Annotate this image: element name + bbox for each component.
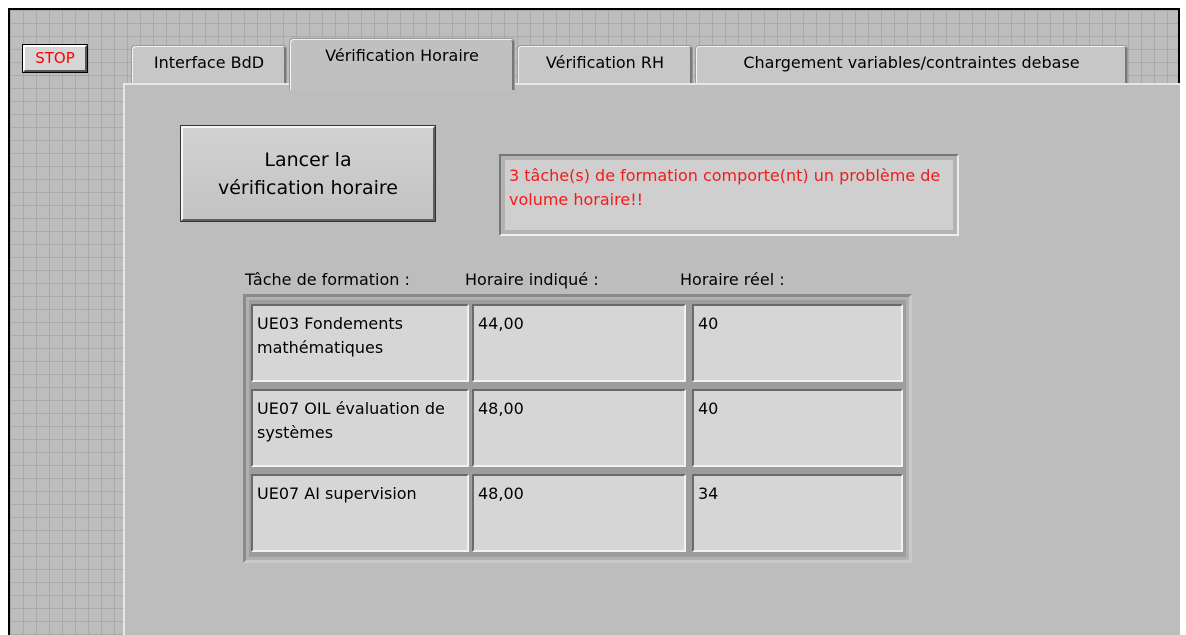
- table-cell-real-hours[interactable]: 34: [692, 474, 903, 552]
- run-button-label-line1: Lancer la: [264, 148, 352, 171]
- table-cell-real-hours[interactable]: 40: [692, 389, 903, 467]
- table-cell-real-hours[interactable]: 40: [692, 304, 903, 382]
- table-cell-task[interactable]: UE03 Fondements mathématiques: [251, 304, 469, 382]
- stop-button[interactable]: STOP: [22, 44, 88, 73]
- table-cell-indicated-hours[interactable]: 48,00: [472, 389, 686, 467]
- column-header-indicated-hours: Horaire indiqué :: [465, 270, 599, 289]
- column-header-real-hours: Horaire réel :: [680, 270, 785, 289]
- tab-chargement-variables[interactable]: Chargement variables/contraintes debase: [695, 45, 1128, 84]
- tab-verification-horaire[interactable]: Vérification Horaire: [289, 38, 515, 90]
- table-cell-indicated-hours[interactable]: 48,00: [472, 474, 686, 552]
- status-message-text: 3 tâche(s) de formation comporte(nt) un …: [505, 160, 953, 230]
- tab-interface-bdd[interactable]: Interface BdD: [131, 45, 287, 84]
- run-button-label-line2: vérification horaire: [218, 176, 398, 199]
- tab-verification-rh[interactable]: Vérification RH: [517, 45, 693, 84]
- table-cell-task[interactable]: UE07 OIL évaluation de systèmes: [251, 389, 469, 467]
- status-message-indicator: 3 tâche(s) de formation comporte(nt) un …: [499, 154, 959, 236]
- table-cell-indicated-hours[interactable]: 44,00: [472, 304, 686, 382]
- table-cell-task[interactable]: UE07 AI supervision: [251, 474, 469, 552]
- run-verification-button[interactable]: Lancer la vérification horaire: [180, 125, 436, 222]
- column-header-task: Tâche de formation :: [245, 270, 410, 289]
